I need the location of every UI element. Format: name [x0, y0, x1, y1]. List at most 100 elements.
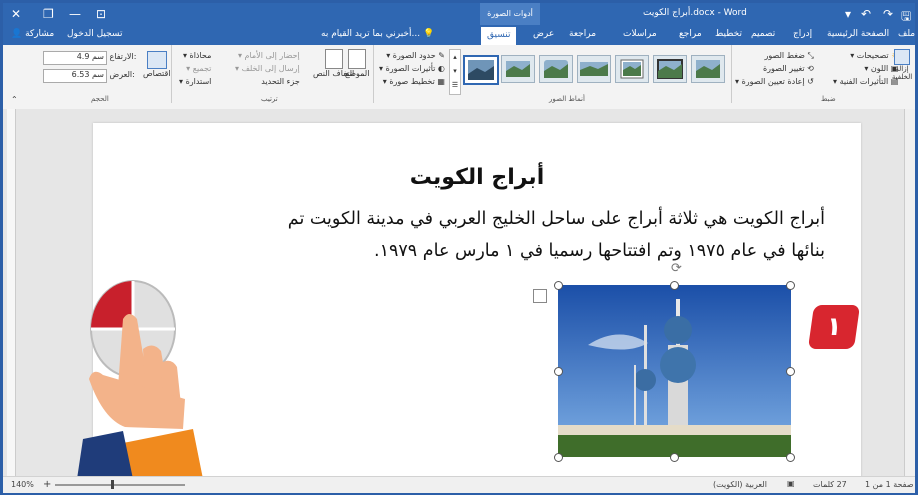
crop-button[interactable]: اقتصاص	[143, 51, 171, 78]
page-count[interactable]: صفحة 1 من 1	[865, 480, 914, 489]
rotate-handle-icon[interactable]: ⟳	[671, 261, 682, 276]
resize-handle[interactable]	[554, 281, 563, 290]
size-group-label: الحجم	[91, 95, 109, 103]
width-input[interactable]: 6.53 سم	[43, 69, 107, 83]
change-picture-icon: ⟲	[807, 64, 814, 73]
arrange-group-label: ترتيب	[261, 95, 278, 103]
position-button[interactable]: الموضع	[345, 49, 369, 78]
proofing-icon[interactable]: ▣	[787, 479, 795, 488]
word-count[interactable]: 27 كلمات	[813, 480, 847, 489]
tab-review[interactable]: مراجعة	[569, 29, 596, 39]
picture-style-thumb[interactable]	[577, 55, 611, 83]
picture-style-thumb[interactable]	[463, 55, 499, 85]
picture-layout-button[interactable]: ▦ تخطيط صورة ▾	[379, 75, 445, 88]
ribbon-tabs: 👤 مشاركة تسجيل الدخول أخبرني بما تريد ال…	[3, 25, 915, 45]
rotate-button[interactable]: استدارة ▾	[179, 75, 211, 88]
kuwait-towers-photo	[558, 285, 791, 457]
picture-style-thumb[interactable]	[501, 55, 535, 83]
reset-picture-button[interactable]: ↺ إعادة تعيين الصورة ▾	[735, 75, 814, 88]
styles-gallery-scroll[interactable]: ▴ ▾ ☰	[449, 49, 461, 95]
reset-picture-icon: ↺	[807, 77, 814, 86]
language-indicator[interactable]: العربية (الكويت)	[713, 480, 767, 489]
resize-handle[interactable]	[670, 281, 679, 290]
resize-handle[interactable]	[786, 367, 795, 376]
wrap-text-icon	[324, 49, 343, 69]
tell-me-box[interactable]: أخبرني بما تريد القيام به... 💡	[321, 29, 434, 39]
height-label: الارتفاع:	[109, 52, 137, 61]
compress-icon: ⤡	[807, 51, 814, 60]
zoom-in-icon[interactable]: +	[43, 479, 51, 490]
adjust-group-label: ضبط	[821, 95, 836, 103]
minimize-icon[interactable]: —	[69, 7, 81, 21]
tab-home[interactable]: الصفحة الرئيسية	[827, 29, 889, 39]
picture-effects-button[interactable]: ◐ تأثيرات الصورة ▾	[379, 62, 445, 75]
height-row: 4.9 سم الارتفاع:	[43, 51, 136, 65]
undo-icon[interactable]: ↶	[861, 7, 871, 21]
group-divider	[171, 45, 172, 103]
resize-handle[interactable]	[786, 281, 795, 290]
remove-background-button[interactable]: إزالة الخلفية	[889, 49, 915, 81]
document-area: أبراج الكويت أبراج الكويت هي ثلاثة أبراج…	[3, 109, 915, 476]
customize-qat-icon[interactable]: ▾	[845, 7, 851, 21]
selected-picture[interactable]	[554, 281, 795, 462]
zoom-slider[interactable]	[55, 484, 185, 486]
width-row: 6.53 سم العرض:	[43, 69, 135, 83]
person-icon: 👤	[11, 29, 23, 39]
picture-style-options: ✎ حدود الصورة ▾ ◐ تأثيرات الصورة ▾ ▦ تخط…	[379, 49, 445, 88]
resize-handle[interactable]	[554, 453, 563, 462]
styles-group-label: أنماط الصور	[549, 95, 585, 103]
tab-insert[interactable]: إدراج	[793, 29, 812, 39]
zoom-slider-thumb[interactable]	[111, 480, 114, 489]
resize-handle[interactable]	[670, 453, 679, 462]
remove-background-icon	[894, 49, 910, 65]
position-label: الموضع	[345, 69, 370, 78]
tab-mailings[interactable]: مراسلات	[623, 29, 657, 39]
restore-icon[interactable]: ❐	[43, 7, 54, 21]
resize-handle[interactable]	[554, 367, 563, 376]
bring-forward-button[interactable]: إحضار إلى الأمام ▾	[235, 49, 300, 62]
arrange-col-2: إحضار إلى الأمام ▾ إرسال إلى الخلف ▾ جزء…	[235, 49, 300, 88]
position-icon	[348, 49, 367, 69]
tab-file[interactable]: ملف	[898, 29, 915, 39]
picture-border-button[interactable]: ✎ حدود الصورة ▾	[379, 49, 445, 62]
selection-pane-button[interactable]: جزء التحديد	[235, 75, 300, 88]
share-button[interactable]: 👤 مشاركة	[11, 29, 54, 39]
vertical-ruler	[7, 109, 16, 476]
tab-design[interactable]: تصميم	[751, 29, 775, 39]
picture-style-thumb[interactable]	[539, 55, 573, 83]
tab-view[interactable]: عرض	[533, 29, 554, 39]
pen-icon: ✎	[438, 51, 445, 60]
effects-icon: ◐	[437, 64, 445, 73]
picture-style-thumb[interactable]	[691, 55, 725, 83]
align-button[interactable]: محاذاة ▾	[179, 49, 211, 62]
send-backward-button[interactable]: إرسال إلى الخلف ▾	[235, 62, 300, 75]
vertical-scrollbar[interactable]	[904, 109, 915, 476]
redo-icon[interactable]: ↷	[883, 7, 893, 21]
tab-references[interactable]: مراجع	[679, 29, 702, 39]
height-input[interactable]: 4.9 سم	[43, 51, 107, 65]
ribbon-format: 4.9 سم الارتفاع: 6.53 سم العرض: اقتصاص ا…	[3, 45, 915, 110]
document-paragraph-line-1: أبراج الكويت هي ثلاثة أبراج على ساحل الخ…	[287, 209, 825, 229]
zoom-level[interactable]: 140%	[11, 480, 34, 489]
resize-handle[interactable]	[786, 453, 795, 462]
tab-format[interactable]: تنسيق	[481, 27, 517, 45]
arrange-col-1: محاذاة ▾ تجميع ▾ استدارة ▾	[179, 49, 211, 88]
compress-pictures-button[interactable]: ⤡ ضغط الصور	[735, 49, 814, 62]
adjust-col-1: ⤡ ضغط الصور ⟲ تغيير الصورة ↺ إعادة تعيين…	[735, 49, 814, 88]
layout-icon: ▦	[437, 77, 445, 86]
title-bar: ✕ ❐ — ⊡ أدوات الصورة أبراج الكويت.docx -…	[3, 3, 915, 25]
change-picture-button[interactable]: ⟲ تغيير الصورة	[735, 62, 814, 75]
group-button[interactable]: تجميع ▾	[179, 62, 211, 75]
picture-style-thumb[interactable]	[615, 55, 649, 83]
document-heading: أبراج الكويت	[409, 165, 545, 190]
document-paragraph-line-2: بنائها في عام ١٩٧٥ وتم افتتاحها رسميا في…	[374, 241, 825, 261]
tab-layout[interactable]: تخطيط	[715, 29, 742, 39]
layout-options-icon[interactable]	[533, 289, 547, 303]
close-icon[interactable]: ✕	[11, 7, 21, 21]
group-divider	[373, 45, 374, 103]
collapse-ribbon-icon[interactable]: ⌃	[11, 95, 18, 104]
group-divider	[731, 45, 732, 103]
ribbon-display-icon[interactable]: ⊡	[96, 7, 106, 21]
picture-style-thumb[interactable]	[653, 55, 687, 83]
sign-in-link[interactable]: تسجيل الدخول	[67, 29, 122, 39]
